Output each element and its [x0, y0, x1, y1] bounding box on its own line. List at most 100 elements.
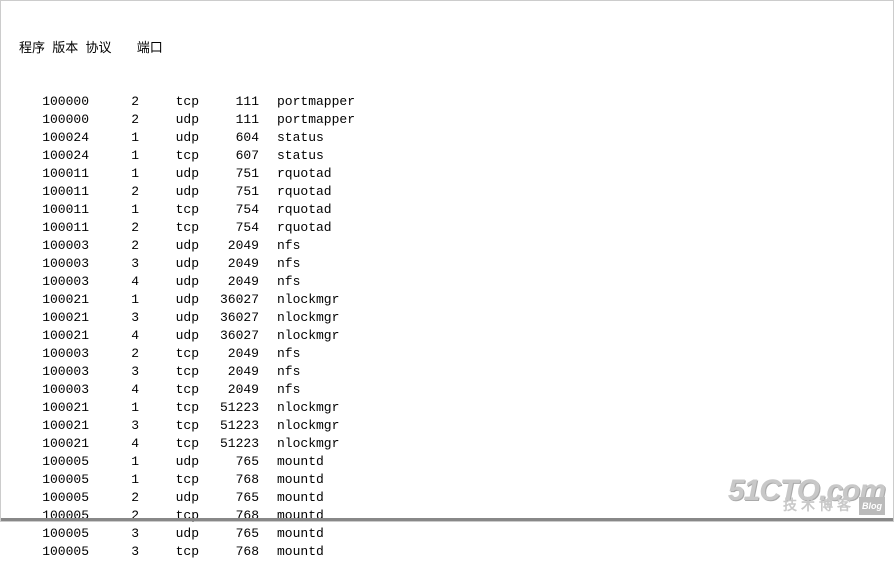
table-row: 1000032udp2049nfs [19, 237, 893, 255]
table-row: 1000051udp765mountd [19, 453, 893, 471]
cell-name: nfs [259, 255, 300, 273]
cell-program: 100003 [19, 273, 89, 291]
table-row: 1000112udp751rquotad [19, 183, 893, 201]
cell-version: 1 [89, 291, 139, 309]
table-row: 1000214udp36027nlockmgr [19, 327, 893, 345]
cell-program: 100003 [19, 345, 89, 363]
cell-name: nfs [259, 363, 300, 381]
table-row: 1000051tcp768mountd [19, 471, 893, 489]
cell-port: 2049 [199, 273, 259, 291]
cell-protocol: tcp [139, 147, 199, 165]
table-row: 1000213tcp51223nlockmgr [19, 417, 893, 435]
cell-program: 100005 [19, 507, 89, 525]
cell-program: 100003 [19, 363, 89, 381]
cell-program: 100011 [19, 165, 89, 183]
cell-protocol: tcp [139, 363, 199, 381]
cell-name: mountd [259, 507, 324, 525]
cell-version: 3 [89, 309, 139, 327]
cell-port: 2049 [199, 237, 259, 255]
cell-protocol: udp [139, 453, 199, 471]
cell-port: 765 [199, 525, 259, 543]
cell-name: rquotad [259, 201, 332, 219]
table-row: 1000033tcp2049nfs [19, 363, 893, 381]
cell-protocol: udp [139, 291, 199, 309]
table-row: 1000241udp604status [19, 129, 893, 147]
bottom-border [1, 518, 893, 521]
cell-program: 100021 [19, 327, 89, 345]
cell-protocol: tcp [139, 219, 199, 237]
cell-port: 51223 [199, 417, 259, 435]
cell-protocol: tcp [139, 93, 199, 111]
cell-name: nlockmgr [259, 291, 339, 309]
cell-version: 4 [89, 381, 139, 399]
cell-version: 4 [89, 273, 139, 291]
cell-protocol: tcp [139, 201, 199, 219]
cell-port: 36027 [199, 327, 259, 345]
cell-name: status [259, 129, 324, 147]
cell-protocol: udp [139, 237, 199, 255]
cell-version: 1 [89, 147, 139, 165]
cell-name: nlockmgr [259, 309, 339, 327]
cell-protocol: udp [139, 255, 199, 273]
cell-version: 1 [89, 201, 139, 219]
table-row: 1000211udp36027nlockmgr [19, 291, 893, 309]
table-row: 1000052tcp768mountd [19, 507, 893, 525]
cell-port: 36027 [199, 291, 259, 309]
cell-program: 100011 [19, 183, 89, 201]
table-body: 1000002tcp111portmapper1000002udp111port… [19, 93, 893, 561]
cell-version: 1 [89, 453, 139, 471]
cell-protocol: udp [139, 111, 199, 129]
cell-name: rquotad [259, 183, 332, 201]
header-program: 程序 [19, 40, 45, 55]
table-row: 1000211tcp51223nlockmgr [19, 399, 893, 417]
cell-program: 100000 [19, 93, 89, 111]
cell-program: 100011 [19, 201, 89, 219]
cell-port: 111 [199, 93, 259, 111]
cell-name: nlockmgr [259, 417, 339, 435]
cell-port: 754 [199, 201, 259, 219]
table-row: 1000214tcp51223nlockmgr [19, 435, 893, 453]
cell-program: 100003 [19, 381, 89, 399]
cell-port: 607 [199, 147, 259, 165]
cell-protocol: udp [139, 129, 199, 147]
table-row: 1000112tcp754rquotad [19, 219, 893, 237]
table-row: 1000034udp2049nfs [19, 273, 893, 291]
cell-name: nfs [259, 273, 300, 291]
cell-version: 3 [89, 525, 139, 543]
cell-version: 2 [89, 237, 139, 255]
cell-program: 100003 [19, 237, 89, 255]
cell-name: mountd [259, 525, 324, 543]
cell-protocol: tcp [139, 507, 199, 525]
cell-port: 2049 [199, 363, 259, 381]
table-header: 程序 版本 协议 端口 [19, 39, 893, 57]
cell-name: rquotad [259, 165, 332, 183]
table-row: 1000053tcp768mountd [19, 543, 893, 561]
cell-program: 100021 [19, 291, 89, 309]
cell-version: 2 [89, 507, 139, 525]
cell-protocol: udp [139, 327, 199, 345]
cell-protocol: udp [139, 273, 199, 291]
cell-program: 100005 [19, 471, 89, 489]
cell-name: nfs [259, 237, 300, 255]
table-row: 1000034tcp2049nfs [19, 381, 893, 399]
cell-port: 751 [199, 183, 259, 201]
rpcinfo-output: 程序 版本 协议 端口 1000002tcp111portmapper10000… [1, 1, 893, 579]
cell-protocol: udp [139, 183, 199, 201]
cell-program: 100005 [19, 489, 89, 507]
header-version: 版本 [48, 40, 78, 55]
cell-port: 111 [199, 111, 259, 129]
table-row: 1000053udp765mountd [19, 525, 893, 543]
cell-protocol: tcp [139, 543, 199, 561]
cell-version: 4 [89, 435, 139, 453]
cell-port: 768 [199, 543, 259, 561]
cell-port: 754 [199, 219, 259, 237]
cell-version: 1 [89, 399, 139, 417]
cell-port: 765 [199, 453, 259, 471]
cell-protocol: tcp [139, 399, 199, 417]
cell-version: 2 [89, 345, 139, 363]
cell-program: 100005 [19, 543, 89, 561]
cell-port: 768 [199, 507, 259, 525]
cell-name: mountd [259, 489, 324, 507]
header-port: 端口 [115, 40, 163, 55]
cell-name: nfs [259, 345, 300, 363]
